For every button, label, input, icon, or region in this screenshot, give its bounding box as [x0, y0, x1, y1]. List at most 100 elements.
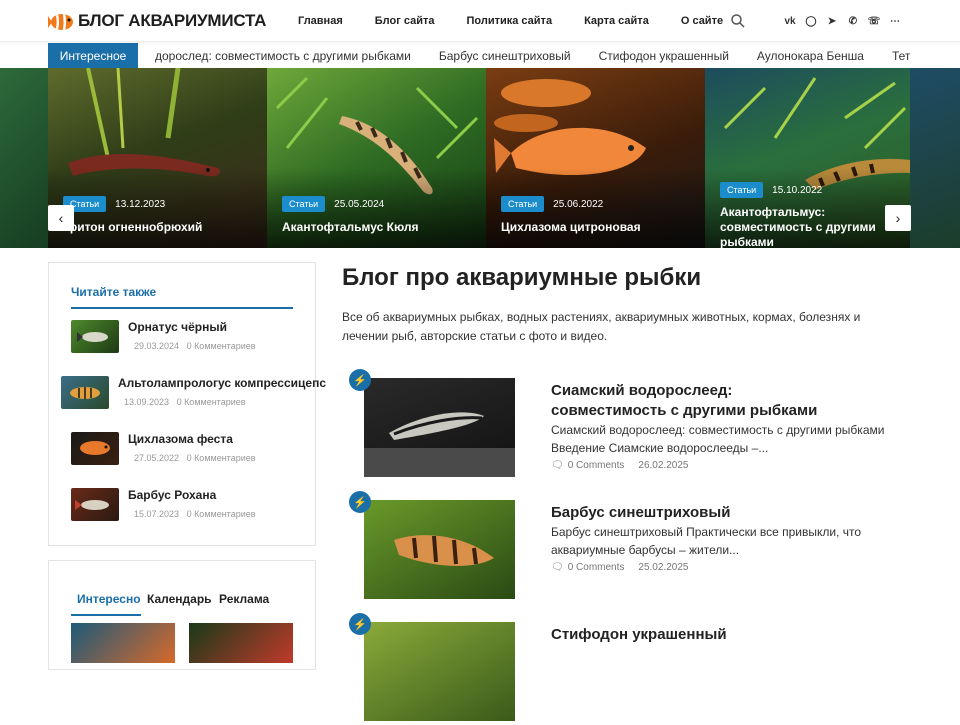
tab-thumbnail[interactable] — [189, 623, 293, 663]
item-comments[interactable]: 0 Комментариев — [187, 509, 256, 519]
post-title[interactable]: Барбус синештриховый — [551, 503, 851, 523]
slider-prev-icon[interactable]: ‹ — [48, 205, 74, 231]
comment-icon: 🗨 — [551, 562, 564, 573]
ticker-item[interactable]: Аулонокара Бенша — [757, 49, 864, 63]
page-description: Все об аквариумных рыбках, водных растен… — [342, 310, 861, 343]
widget-title: Читайте также — [71, 285, 157, 299]
ok-icon[interactable]: ◯ — [805, 14, 817, 28]
slide-card[interactable]: Статьи 15.10.2022 Акантофтальмус: совмест… — [705, 68, 910, 248]
vk-icon[interactable]: vk — [784, 14, 796, 28]
logo-text: БЛОГ АКВАРИУМИСТА — [78, 11, 267, 30]
site-header: БЛОГ АКВАРИУМИСТА Главная Блог сайта Пол… — [0, 0, 960, 42]
slide-card[interactable]: Статьи 25.06.2022 Цихлазома цитроновая — [486, 68, 705, 248]
lightning-icon: ⚡ — [349, 491, 371, 513]
nav-policy[interactable]: Политика сайта — [467, 15, 553, 27]
slider-next-icon[interactable]: › — [885, 205, 911, 231]
list-item[interactable]: Барбус Рохана 15.07.2023 0 Комментариев — [71, 488, 311, 522]
item-title[interactable]: Цихлазома феста — [128, 432, 233, 446]
search-icon[interactable] — [730, 13, 746, 29]
post-date: 26.02.2025 — [638, 460, 689, 471]
news-ticker: Интересное дорослед: совместимость с дру… — [48, 43, 910, 68]
nav-about[interactable]: О сайте — [681, 15, 723, 27]
category-tag[interactable]: Статьи — [282, 196, 326, 212]
lightning-icon: ⚡ — [349, 613, 371, 635]
item-meta: 29.03.2024 0 Комментариев — [134, 341, 256, 351]
telegram-icon[interactable]: ➤ — [826, 14, 838, 28]
post-comments[interactable]: 0 Comments — [568, 460, 625, 471]
featured-slider: Статьи 13.12.2023 Тритон огненнобрюхий Ст… — [0, 68, 960, 248]
post-title[interactable]: Сиамский водорослеед: совместимость с др… — [551, 381, 851, 421]
post-comments[interactable]: 0 Comments — [568, 562, 625, 573]
slide-title[interactable]: Акантофтальмус: совместимость с другими … — [720, 205, 898, 248]
page-title: Блог про аквариумные рыбки — [342, 264, 702, 291]
tab-interesting[interactable]: Интересно — [77, 592, 141, 606]
thumbnail[interactable] — [71, 320, 119, 353]
tab-calendar[interactable]: Календарь — [147, 592, 212, 606]
slide-title[interactable]: Цихлазома цитроновая — [501, 220, 693, 235]
social-links: vk ◯ ➤ ✆ ☏ ⋯ — [784, 14, 901, 28]
item-date: 27.05.2022 — [134, 453, 180, 463]
category-tag[interactable]: Статьи — [501, 196, 545, 212]
main-nav: Главная Блог сайта Политика сайта Карта … — [298, 0, 755, 42]
post-date: 25.02.2025 — [638, 562, 689, 573]
thumbnail[interactable] — [71, 488, 119, 521]
post-thumbnail[interactable] — [364, 622, 515, 721]
widget-title-underline — [71, 307, 293, 309]
more-icon[interactable]: ⋯ — [889, 14, 901, 28]
item-date: 15.07.2023 — [134, 509, 180, 519]
post-meta: 🗨 0 Comments 25.02.2025 — [551, 562, 688, 573]
slide-date: 25.06.2022 — [553, 198, 604, 210]
post-thumbnail[interactable] — [364, 500, 515, 599]
thumbnail[interactable] — [71, 432, 119, 465]
lightning-icon: ⚡ — [349, 369, 371, 391]
post-thumbnail[interactable] — [364, 378, 515, 477]
tab-ads[interactable]: Реклама — [219, 592, 269, 606]
list-item[interactable]: Цихлазома феста 27.05.2022 0 Комментарие… — [71, 432, 311, 466]
post-meta: 🗨 0 Comments 26.02.2025 — [551, 460, 688, 471]
tab-thumbnail[interactable] — [71, 623, 175, 663]
slide-edge — [910, 68, 960, 248]
thumbnail[interactable] — [61, 376, 109, 409]
ticker-item[interactable]: Стифодон украшенный — [599, 49, 729, 63]
slide-title[interactable]: Тритон огненнобрюхий — [63, 220, 255, 235]
ticker-label: Интересное — [48, 43, 138, 68]
item-comments[interactable]: 0 Комментариев — [187, 453, 256, 463]
slide-card[interactable]: Статьи 13.12.2023 Тритон огненнобрюхий — [48, 68, 267, 248]
ticker-items: дорослед: совместимость с другими рыбкам… — [155, 43, 910, 68]
item-meta: 13.09.2023 0 Комментариев — [124, 397, 246, 407]
site-logo[interactable]: БЛОГ АКВАРИУМИСТА — [48, 7, 266, 35]
post-card: ⚡ Сиамский водорослеед: совместимость с … — [349, 369, 909, 481]
item-title[interactable]: Барбус Рохана — [128, 488, 216, 502]
post-card: ⚡ Барбус синештриховый Барбус синештрихо… — [349, 491, 909, 603]
slide-title[interactable]: Акантофтальмус Кюля — [282, 220, 474, 235]
item-comments[interactable]: 0 Комментариев — [177, 397, 246, 407]
list-item[interactable]: Орнатус чёрный 29.03.2024 0 Комментариев — [71, 320, 311, 354]
read-also-widget: Читайте также Орнатус чёрный 29.03.2024 … — [48, 262, 326, 546]
slide-edge — [0, 68, 48, 248]
whatsapp-icon[interactable]: ☏ — [868, 14, 881, 28]
post-card: ⚡ Стифодон украшенный — [349, 613, 909, 725]
item-date: 13.09.2023 — [124, 397, 170, 407]
item-meta: 27.05.2022 0 Комментариев — [134, 453, 256, 463]
item-title[interactable]: Альтолампрологус компрессицепс — [118, 376, 326, 390]
category-tag[interactable]: Статьи — [720, 182, 764, 198]
ticker-item[interactable]: дорослед: совместимость с другими рыбкам… — [155, 49, 411, 63]
item-title[interactable]: Орнатус чёрный — [128, 320, 227, 334]
comment-icon: 🗨 — [551, 460, 564, 471]
item-date: 29.03.2024 — [134, 341, 180, 351]
active-tab-underline — [71, 614, 141, 616]
post-excerpt: Барбус синештриховый Практически все при… — [551, 525, 862, 557]
ticker-item[interactable]: Барбус синештриховый — [439, 49, 571, 63]
slide-date: 25.05.2024 — [334, 198, 385, 210]
nav-home[interactable]: Главная — [298, 15, 343, 27]
ticker-item[interactable]: Тетра: у: — [892, 49, 910, 63]
list-item[interactable]: Альтолампрологус компрессицепс 13.09.202… — [61, 376, 326, 410]
slide-date: 15.10.2022 — [772, 184, 823, 196]
post-title[interactable]: Стифодон украшенный — [551, 625, 851, 645]
item-comments[interactable]: 0 Комментариев — [187, 341, 256, 351]
nav-sitemap[interactable]: Карта сайта — [584, 15, 649, 27]
slide-card[interactable]: Статьи 25.05.2024 Акантофтальмус Кюля — [267, 68, 486, 248]
fish-logo-icon — [48, 7, 76, 35]
viber-icon[interactable]: ✆ — [847, 14, 859, 28]
nav-blog[interactable]: Блог сайта — [375, 15, 435, 27]
